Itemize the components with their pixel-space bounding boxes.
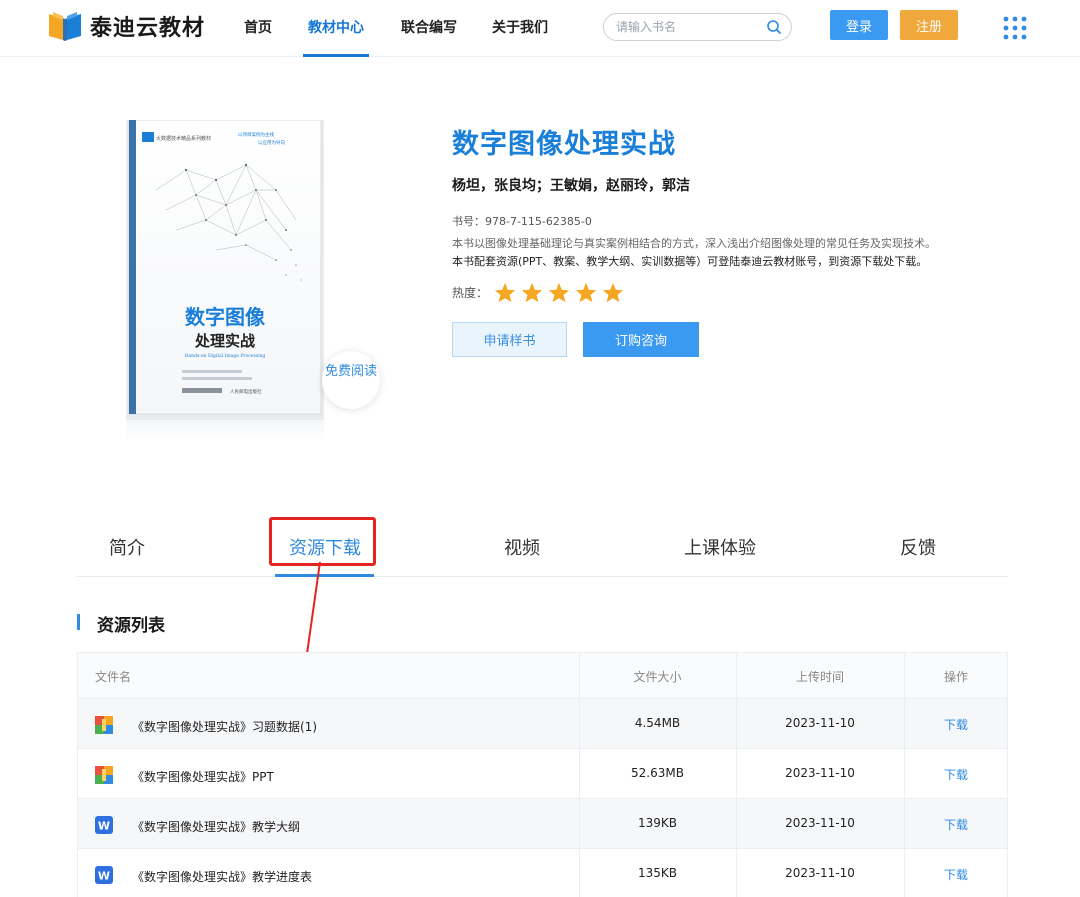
heat-rating: 热度： [452, 282, 629, 303]
file-name: 《数字图像处理实战》教学大纲 [132, 820, 301, 834]
file-size: 52.63MB [631, 766, 684, 780]
star-icon [548, 282, 570, 303]
cover-tagline-1: 以项目案例为主线 [238, 131, 274, 138]
book-title: 数字图像处理实战 [452, 129, 676, 160]
column-divider [579, 653, 580, 698]
upload-date: 2023-11-10 [785, 716, 855, 730]
file-size: 139KB [637, 816, 677, 830]
column-header-file-name: 文件名 [95, 670, 132, 684]
section-accent-bar [77, 614, 80, 630]
cover-title-line-1: 数字图像 [185, 305, 266, 329]
request-sample-button[interactable]: 申请样书 [452, 322, 567, 357]
nav-textbook-center[interactable]: 教材中心 [308, 17, 364, 37]
content-tabs: 简介 资源下载 视频 上课体验 反馈 [77, 520, 1008, 577]
archive-icon [95, 716, 113, 734]
search-input[interactable] [616, 18, 761, 36]
table-row[interactable]: 《数字图像处理实战》PPT 52.63MB 2023-11-10 下载 [77, 749, 1008, 799]
star-icon [575, 282, 597, 303]
upload-date: 2023-11-10 [785, 816, 855, 830]
column-header-action: 操作 [943, 670, 968, 684]
file-size: 4.54MB [634, 716, 681, 730]
cover-tagline-2: 以应用为导向 [258, 139, 285, 146]
cover-publisher: 人民邮电出版社 [230, 388, 262, 395]
tab-intro[interactable]: 简介 [109, 534, 145, 560]
free-read-badge[interactable]: 免费阅读 [322, 351, 380, 409]
column-divider [904, 799, 905, 848]
book-cover-reflection [126, 420, 324, 442]
tab-class-experience[interactable]: 上课体验 [684, 534, 756, 560]
book-description: 本书以图像处理基础理论与真实案例相结合的方式，深入浅出介绍图像处理的常见任务及实… [452, 237, 936, 250]
cover-title-en: Hands-on Digital Image Processing [185, 353, 266, 359]
file-size: 135KB [637, 866, 677, 880]
column-header-upload-time: 上传时间 [795, 670, 844, 684]
table-row[interactable]: W 《数字图像处理实战》教学大纲 139KB 2023-11-10 下载 [77, 799, 1008, 849]
register-button[interactable]: 注册 [900, 10, 958, 40]
heat-label: 热度： [452, 286, 489, 300]
file-name: 《数字图像处理实战》习题数据(1) [132, 720, 317, 734]
download-link[interactable]: 下载 [904, 716, 1008, 733]
app-grid-menu-icon[interactable] [1003, 16, 1027, 40]
cover-title-line-2: 处理实战 [194, 332, 255, 350]
order-inquiry-button[interactable]: 订购咨询 [583, 322, 699, 357]
upload-date: 2023-11-10 [785, 766, 855, 780]
column-divider [904, 849, 905, 897]
column-divider [904, 749, 905, 798]
resource-table: 文件名 文件大小 上传时间 操作 《数字图像处理实战》习题数据(1) 4.54M… [77, 652, 1008, 897]
book-isbn: 书号：978-7-115-62385-0 [452, 215, 592, 228]
nav-about-us[interactable]: 关于我们 [492, 17, 548, 37]
search-box [603, 13, 792, 41]
site-logo[interactable]: 泰迪云教材 [47, 10, 205, 42]
resource-list-title: 资源列表 [97, 616, 165, 636]
table-row[interactable]: 《数字图像处理实战》习题数据(1) 4.54MB 2023-11-10 下载 [77, 699, 1008, 749]
column-divider [904, 699, 905, 748]
star-icon [494, 282, 516, 303]
download-link[interactable]: 下载 [904, 766, 1008, 783]
table-header: 文件名 文件大小 上传时间 操作 [77, 652, 1008, 699]
star-icon [602, 282, 624, 303]
archive-icon [95, 766, 113, 784]
nav-home[interactable]: 首页 [244, 17, 272, 37]
annotation-highlight-box [269, 517, 376, 566]
upload-date: 2023-11-10 [785, 866, 855, 880]
svg-text:W: W [98, 870, 110, 883]
column-divider [579, 749, 580, 798]
word-doc-icon: W [95, 866, 113, 884]
file-name: 《数字图像处理实战》PPT [132, 770, 274, 784]
column-divider [736, 799, 737, 848]
site-name: 泰迪云教材 [90, 16, 206, 41]
column-divider [904, 653, 905, 698]
column-divider [736, 653, 737, 698]
open-book-logo-icon [49, 12, 81, 41]
column-divider [736, 849, 737, 897]
book-cover-image[interactable]: 大数据技术精品系列教材 以项目案例为主线 以应用为导向 数字图像 处理实战 Ha… [126, 120, 324, 420]
download-link[interactable]: 下载 [904, 866, 1008, 883]
book-authors: 杨坦，张良均；王敏娟，赵丽玲，郭洁 [452, 178, 690, 194]
book-resources-note: 本书配套资源(PPT、教案、教学大纲、实训数据等）可登陆泰迪云教材账号，到资源下… [452, 255, 928, 268]
download-link[interactable]: 下载 [904, 816, 1008, 833]
heat-stars [494, 282, 629, 303]
login-button[interactable]: 登录 [830, 10, 888, 40]
column-divider [579, 699, 580, 748]
nav-joint-writing[interactable]: 联合编写 [401, 17, 457, 37]
tab-video[interactable]: 视频 [504, 534, 540, 560]
column-divider [579, 849, 580, 897]
column-divider [579, 799, 580, 848]
word-doc-icon: W [95, 816, 113, 834]
column-divider [736, 699, 737, 748]
column-divider [736, 749, 737, 798]
top-header: 泰迪云教材 首页 教材中心 联合编写 关于我们 登录 注册 [0, 0, 1080, 57]
star-icon [521, 282, 543, 303]
nav-active-underline [303, 54, 369, 57]
table-row[interactable]: W 《数字图像处理实战》教学进度表 135KB 2023-11-10 下载 [77, 849, 1008, 897]
column-header-file-size: 文件大小 [633, 670, 682, 684]
search-icon[interactable] [766, 19, 782, 35]
file-name: 《数字图像处理实战》教学进度表 [132, 870, 313, 884]
cover-series: 大数据技术精品系列教材 [156, 135, 211, 142]
tab-feedback[interactable]: 反馈 [900, 534, 936, 560]
svg-text:W: W [98, 820, 110, 833]
